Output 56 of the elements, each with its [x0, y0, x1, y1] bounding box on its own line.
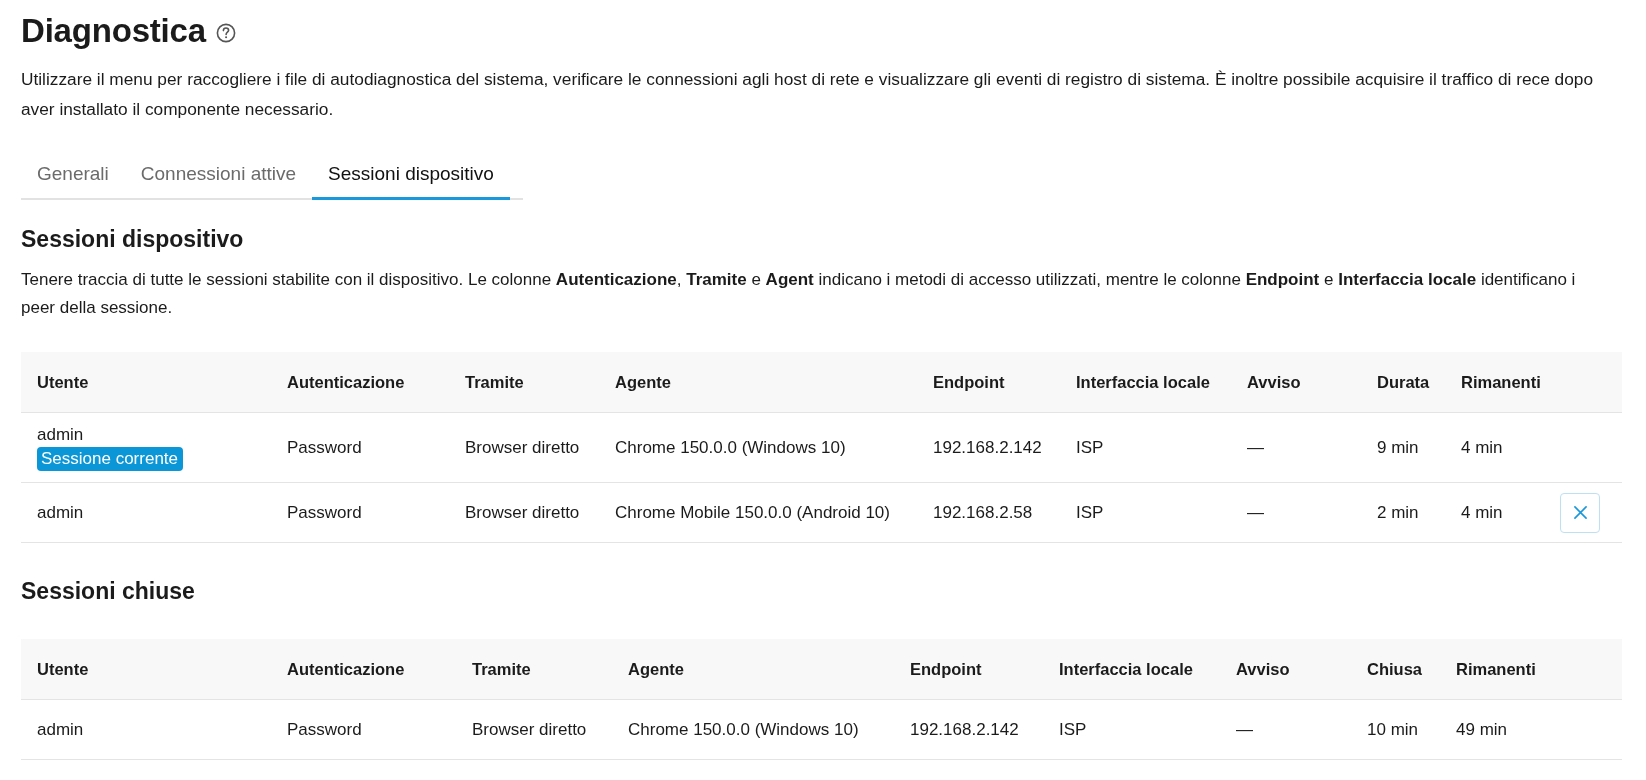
column-header: Autenticazione: [287, 659, 405, 678]
table-cell: 192.168.2.142: [933, 437, 1042, 458]
table-cell: 192.168.2.58: [933, 502, 1033, 523]
table-cell: ISP: [1076, 502, 1104, 523]
column-header: Utente: [37, 372, 89, 391]
table-cell: Chrome 150.0.0 (Windows 10): [615, 437, 846, 458]
column-header: Endpoint: [933, 372, 1005, 391]
column-header: Rimanenti: [1461, 372, 1541, 391]
table-cell: 9 min: [1377, 437, 1419, 458]
close-icon: [1573, 506, 1587, 519]
session-badge: Sessione corrente: [37, 446, 184, 471]
table-cell: Browser diretto: [472, 719, 587, 740]
table-cell: —: [1247, 437, 1264, 458]
table-cell: admin: [37, 719, 84, 740]
column-header: Avviso: [1247, 372, 1301, 391]
column-header: Tramite: [465, 372, 524, 391]
section-description: Tenere traccia di tutte le sessioni stabilite con il dispositivo. Le colonne Autenticazione, Tramite e Agent indicano i metodi di accesso utilizzati, mentre le colonne Endpoint e Interfaccia locale identificano i peer della sessione.: [21, 269, 1577, 319]
help-icon[interactable]: [215, 22, 236, 43]
column-header: Autenticazione: [287, 372, 405, 391]
tab[interactable]: Connessioni attive: [124, 151, 313, 200]
table-cell: Chrome Mobile 150.0.0 (Android 10): [615, 502, 890, 523]
column-header: Interfaccia locale: [1059, 659, 1193, 678]
table-cell: 49 min: [1456, 719, 1508, 740]
column-header: Agente: [615, 372, 671, 391]
tab[interactable]: Generali: [21, 151, 125, 200]
column-header: Interfaccia locale: [1076, 372, 1210, 391]
column-header: Rimanenti: [1456, 659, 1536, 678]
table-cell: Password: [287, 719, 362, 740]
section-heading: Sessioni chiuse: [21, 577, 196, 606]
table-cell: admin: [37, 502, 84, 523]
table-cell: ISP: [1076, 437, 1104, 458]
tab[interactable]: Sessioni dispositivo: [312, 151, 510, 200]
column-header: Utente: [37, 659, 89, 678]
table-cell: 4 min: [1461, 502, 1503, 523]
section-heading: Sessioni dispositivo: [21, 225, 245, 254]
column-header: Durata: [1377, 372, 1430, 391]
column-header: Chiusa: [1367, 659, 1422, 678]
table-cell: Browser diretto: [465, 437, 580, 458]
table-cell: Password: [287, 502, 362, 523]
table-cell: Password: [287, 437, 362, 458]
page-description: Utilizzare il menu per raccogliere i file di autodiagnostica del sistema, verificare le connessioni agli host di rete e visualizzare gli eventi di registro di sistema. È inoltre possibile acquisire il traffico di rece dopo aver installato il componente necessario.: [21, 68, 1595, 121]
table-cell: —: [1236, 719, 1253, 740]
table-cell: 10 min: [1367, 719, 1419, 740]
page-title: Diagnostica: [21, 11, 206, 51]
column-header: Endpoint: [910, 659, 982, 678]
table-cell: admin: [37, 424, 84, 445]
table-cell: Chrome 150.0.0 (Windows 10): [628, 719, 859, 740]
table-cell: 2 min: [1377, 502, 1419, 523]
column-header: Avviso: [1236, 659, 1290, 678]
table-cell: —: [1247, 502, 1264, 523]
table-cell: ISP: [1059, 719, 1087, 740]
column-header: Tramite: [472, 659, 531, 678]
table-cell: Browser diretto: [465, 502, 580, 523]
column-header: Agente: [628, 659, 684, 678]
table-cell: 192.168.2.142: [910, 719, 1019, 740]
table-cell: 4 min: [1461, 437, 1503, 458]
